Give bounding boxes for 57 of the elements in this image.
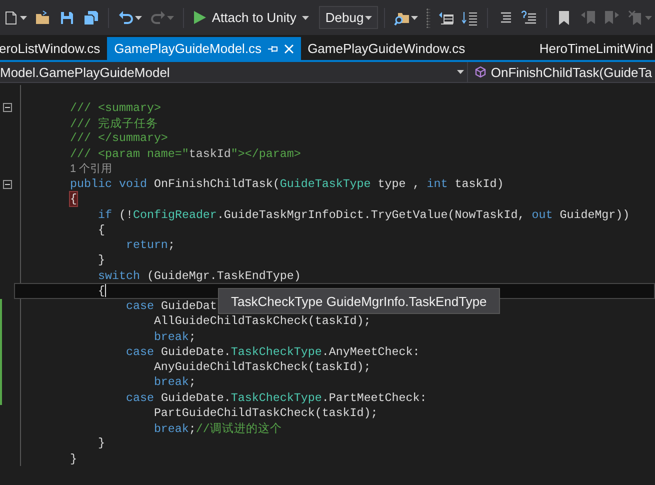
floppy-disks-icon <box>83 10 99 26</box>
caret-icon <box>166 16 174 20</box>
close-icon[interactable] <box>284 44 294 54</box>
caret-icon <box>456 70 464 74</box>
code-line: /// </summary> <box>69 131 168 146</box>
type-dropdown[interactable]: Model.GamePlayGuideModel <box>0 62 468 82</box>
code-line: /// <param name="taskId"></param> <box>69 146 301 161</box>
code-line: case GuideDate.TaskCheckType.AnyMeetCheck: <box>124 344 420 359</box>
file-tab[interactable]: GamePlayGuideWindow.cs <box>300 37 472 60</box>
attach-to-unity-button[interactable]: Attach to Unity <box>190 8 314 27</box>
code-line: } <box>69 452 77 466</box>
code-line: AllGuideChildTaskCheck(taskId); <box>152 314 371 328</box>
code-line: switch (GuideMgr.TaskEndType) <box>96 268 301 283</box>
code-line: PartGuideChildTaskCheck(taskId); <box>152 406 378 420</box>
caret-icon <box>134 16 142 20</box>
code-line: } <box>96 253 105 268</box>
reference-count: 1 个引用 <box>69 162 112 176</box>
bookmark-icon <box>556 10 572 26</box>
code-line: break; <box>152 330 196 344</box>
bookmark-cross-icon <box>628 10 644 26</box>
code-line: case GuideDat <box>124 299 217 314</box>
code-line: AnyGuideChildTaskCheck(taskId); <box>152 360 371 374</box>
list-arrow-icon <box>438 10 454 26</box>
collapse-icon[interactable] <box>3 103 12 112</box>
redo-icon <box>150 10 166 26</box>
configuration-dropdown[interactable]: Debug <box>319 6 378 29</box>
code-line: public void OnFinishChildTask(GuideTaskType type , int taskId) <box>69 177 504 192</box>
code-line: if (!ConfigReader.GuideTaskMgrInfoDict.TryGetValue(NowTaskId, out GuideMgr)) <box>96 208 630 222</box>
play-icon <box>194 11 206 24</box>
file-tab[interactable]: HeroTimeLimitWind <box>532 37 655 60</box>
code-line: break;//调试进的这个 <box>152 420 282 436</box>
caret-icon <box>645 16 652 20</box>
caret-icon <box>20 16 27 20</box>
quick-info-tooltip: TaskCheckType GuideMgrInfo.TaskEndType <box>218 288 500 314</box>
code-line: } <box>96 436 105 450</box>
document-icon <box>3 10 19 26</box>
bookmark-arrow-icon <box>580 10 596 26</box>
question-lines-icon <box>521 10 538 26</box>
caret-icon <box>411 16 418 20</box>
caret-icon <box>365 16 372 20</box>
code-line: return; <box>124 238 175 252</box>
bookmark-arrow-icon <box>604 10 620 26</box>
list-arrow-icon <box>462 10 478 26</box>
code-line: break; <box>152 375 196 390</box>
code-line: /// 完成子任务 <box>69 116 158 131</box>
caret-icon <box>302 16 310 20</box>
file-tab[interactable]: GamePlayGuideModel.cs <box>107 37 301 60</box>
folder-icon <box>35 10 51 26</box>
collapse-icon[interactable] <box>3 180 12 188</box>
code-line: case GuideDate.TaskCheckType.PartMeetCheck: <box>124 390 427 405</box>
cube-icon <box>474 66 486 78</box>
code-line: { <box>96 222 105 237</box>
pin-icon[interactable] <box>268 44 278 54</box>
toolbar-grip[interactable] <box>426 8 430 28</box>
undo-icon <box>118 10 134 26</box>
code-line: /// <summary> <box>69 100 161 115</box>
code-line: { <box>96 284 106 298</box>
